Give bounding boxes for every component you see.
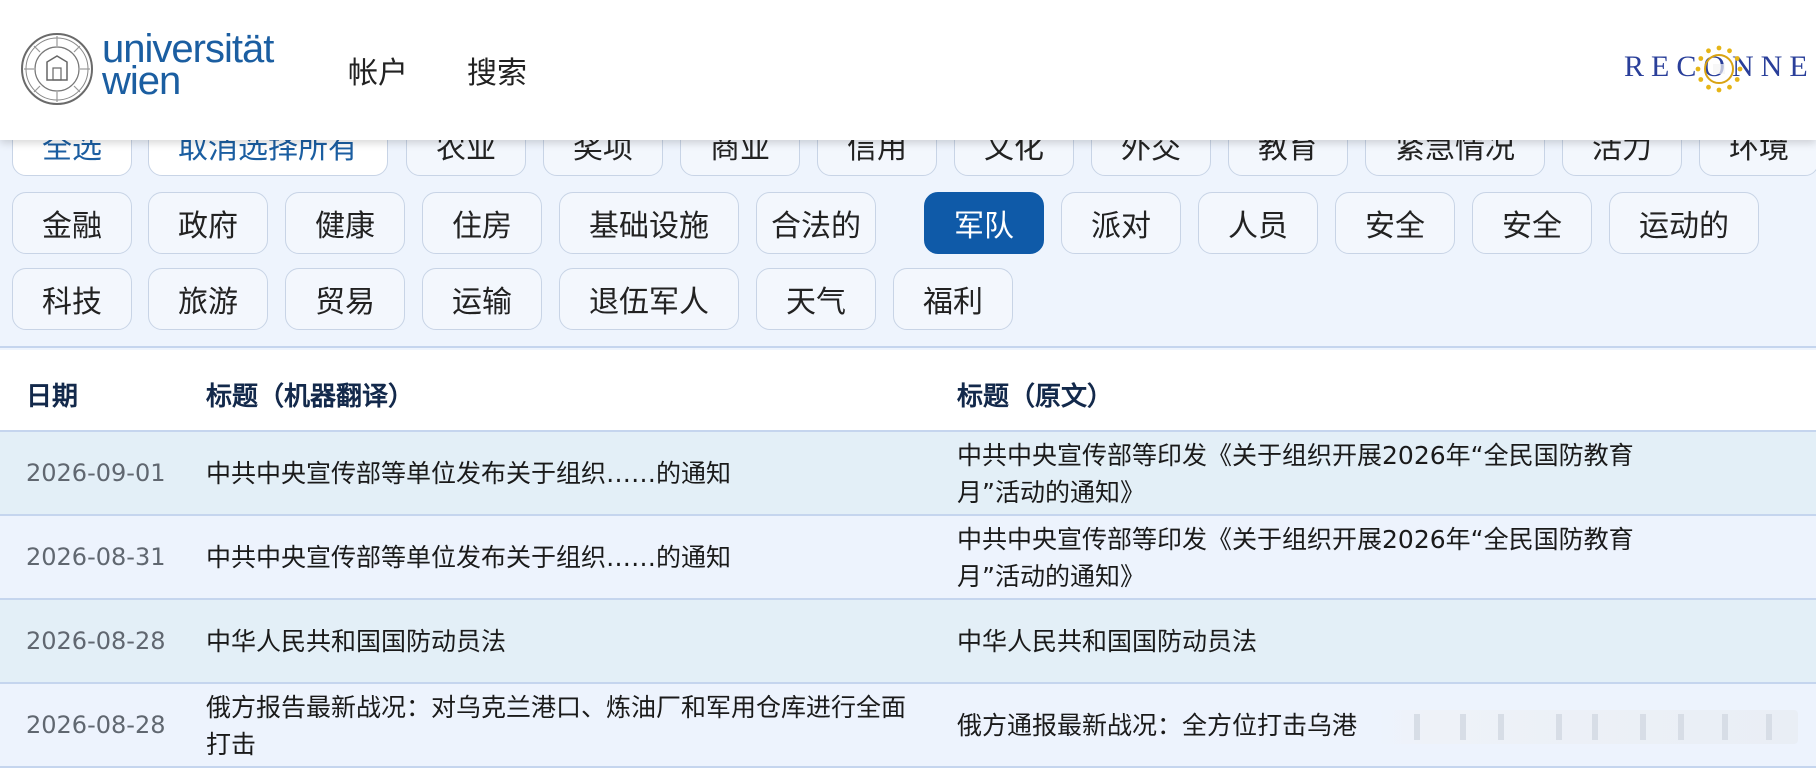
filter-chip-party[interactable]: 派对 [1061, 192, 1181, 254]
university-seal-icon [21, 33, 93, 105]
row-title-mt-link[interactable]: 中共中央宣传部等单位发布关于组织……的通知 [206, 539, 926, 576]
nav-account-link[interactable]: 帐户 [348, 48, 408, 92]
results-table: 日期 标题（机器翻译） 标题（原文） 2026-09-01 中共中央宣传部等单位… [0, 350, 1816, 768]
column-header-title-original[interactable]: 标题（原文） [957, 376, 1113, 413]
table-header: 日期 标题（机器翻译） 标题（原文） [0, 350, 1816, 432]
filter-chip-infrastructure[interactable]: 基础设施 [559, 192, 739, 254]
table-row[interactable]: 2026-09-01 中共中央宣传部等单位发布关于组织……的通知 中共中央宣传部… [0, 432, 1816, 516]
filter-chip-trade[interactable]: 贸易 [285, 268, 405, 330]
table-row[interactable]: 2026-08-28 俄方报告最新战况：对乌克兰港口、炼油厂和军用仓库进行全面打… [0, 684, 1816, 768]
row-title-original[interactable]: 中华人民共和国国防动员法 [957, 623, 1677, 660]
filter-chip-government[interactable]: 政府 [148, 192, 268, 254]
loading-placeholder [1378, 710, 1798, 744]
filter-chip-finance[interactable]: 金融 [12, 192, 132, 254]
table-row[interactable]: 2026-08-28 中华人民共和国国防动员法 中华人民共和国国防动员法 [0, 600, 1816, 684]
filter-chip-transport[interactable]: 运输 [422, 268, 542, 330]
filter-chip-safety[interactable]: 安全 [1335, 192, 1455, 254]
filter-chip-welfare[interactable]: 福利 [893, 268, 1013, 330]
filter-chip-technology[interactable]: 科技 [12, 268, 132, 330]
filter-chip-security[interactable]: 安全 [1472, 192, 1592, 254]
row-date: 2026-08-28 [26, 627, 166, 655]
nav-search-link[interactable]: 搜索 [467, 48, 527, 92]
eu-stars-icon [1695, 45, 1743, 93]
column-header-date[interactable]: 日期 [26, 376, 78, 413]
filter-chip-housing[interactable]: 住房 [422, 192, 542, 254]
filter-chip-weather[interactable]: 天气 [756, 268, 876, 330]
row-date: 2026-08-31 [26, 543, 166, 571]
reconnect-logo[interactable]: RECONNE [1616, 44, 1816, 94]
university-logo[interactable]: universität wien [20, 29, 290, 110]
row-title-original[interactable]: 中共中央宣传部等印发《关于组织开展2026年“全民国防教育月”活动的通知》 [957, 521, 1677, 595]
filter-chip-personnel[interactable]: 人员 [1198, 192, 1318, 254]
site-header: universität wien 帐户 搜索 RECONNE [0, 0, 1816, 140]
row-date: 2026-08-28 [26, 711, 166, 739]
table-row[interactable]: 2026-08-31 中共中央宣传部等单位发布关于组织……的通知 中共中央宣传部… [0, 516, 1816, 600]
row-title-mt-link[interactable]: 中共中央宣传部等单位发布关于组织……的通知 [206, 455, 926, 492]
row-title-mt-link[interactable]: 中华人民共和国国防动员法 [206, 623, 926, 660]
filter-chip-health[interactable]: 健康 [285, 192, 405, 254]
filter-chip-legal[interactable]: 合法的 [756, 192, 876, 254]
filter-chip-veterans[interactable]: 退伍军人 [559, 268, 739, 330]
logo-text-wien: wien [102, 59, 181, 103]
column-header-title-mt[interactable]: 标题（机器翻译） [206, 376, 414, 413]
row-date: 2026-09-01 [26, 459, 166, 487]
filter-chip-military[interactable]: 军队 [924, 192, 1044, 254]
filter-chip-tourism[interactable]: 旅游 [148, 268, 268, 330]
row-title-mt-link[interactable]: 俄方报告最新战况：对乌克兰港口、炼油厂和军用仓库进行全面打击 [206, 689, 926, 763]
row-title-original[interactable]: 中共中央宣传部等印发《关于组织开展2026年“全民国防教育月”活动的通知》 [957, 437, 1677, 511]
filter-chip-sports[interactable]: 运动的 [1609, 192, 1759, 254]
